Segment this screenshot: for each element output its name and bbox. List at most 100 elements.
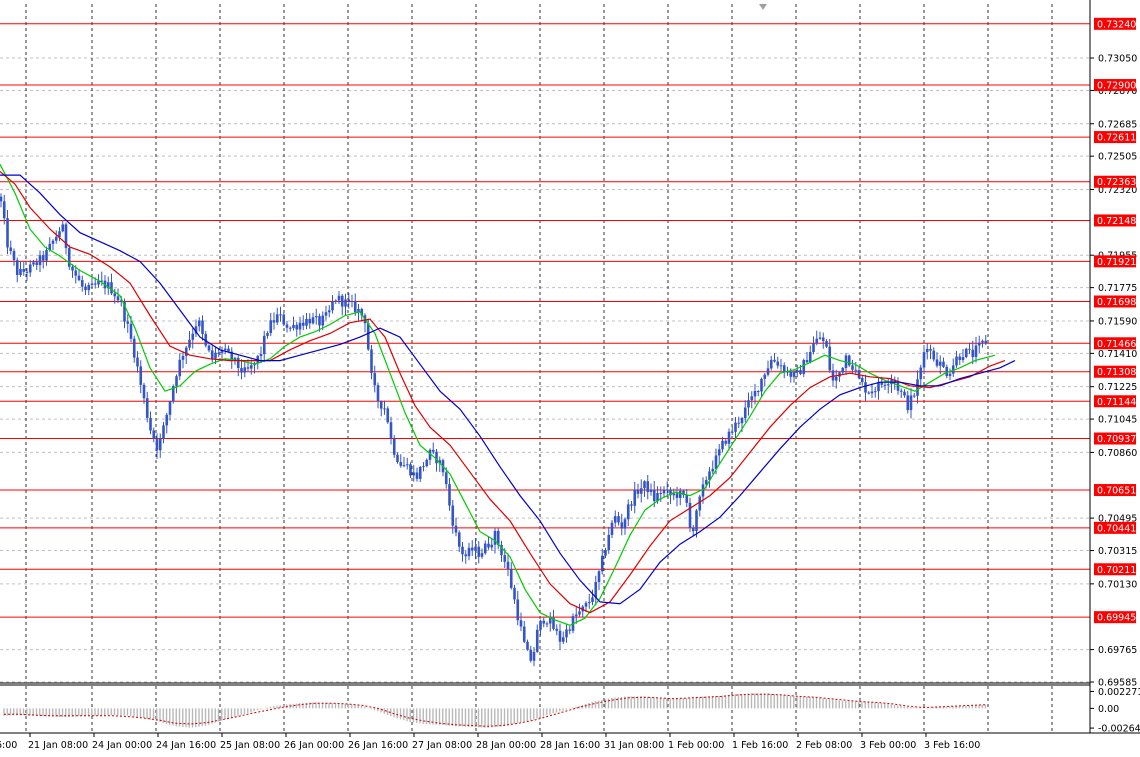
candle-body xyxy=(727,431,731,444)
candle-body xyxy=(399,461,403,466)
candle-body xyxy=(968,348,971,350)
candle-body xyxy=(32,262,35,265)
candle-body xyxy=(662,490,666,494)
candle-body xyxy=(405,464,409,466)
candle-body xyxy=(444,472,448,485)
x-tick-label: 3 Feb 16:00 xyxy=(924,740,980,751)
candle-body xyxy=(227,348,230,352)
candle-body xyxy=(383,408,386,410)
candle-body xyxy=(740,418,744,424)
candle-body xyxy=(366,323,370,350)
candle-body xyxy=(834,376,838,381)
candle-body xyxy=(282,314,286,325)
candle-body xyxy=(555,628,559,631)
candle-body xyxy=(539,620,542,630)
candle-body xyxy=(750,396,754,401)
candle-body xyxy=(971,349,975,358)
candle-body xyxy=(526,641,529,650)
candle-body xyxy=(688,502,692,528)
candle-body xyxy=(760,378,763,392)
candle-body xyxy=(454,525,458,533)
candle-body xyxy=(698,496,702,511)
candle-body xyxy=(607,534,611,551)
candle-body xyxy=(149,417,152,431)
x-tick-label: 26 Jan 16:00 xyxy=(348,740,408,751)
candle-body xyxy=(932,350,936,360)
candle-body xyxy=(279,314,282,316)
y-tick-label: 0.73050 xyxy=(1098,54,1137,65)
x-tick-label: 2 Feb 08:00 xyxy=(796,740,852,751)
level-label: 0.70937 xyxy=(1097,434,1136,445)
price-axis[interactable]: 0.730500.728700.726850.725050.723200.719… xyxy=(1090,17,1137,689)
y-tick-label: 0.72685 xyxy=(1098,119,1137,130)
candle-body xyxy=(217,352,221,354)
candle-body xyxy=(958,356,962,360)
x-tick-label: 26 Jan 00:00 xyxy=(284,740,344,751)
candle-body xyxy=(197,320,201,327)
candle-body xyxy=(412,472,416,476)
candle-body xyxy=(308,318,312,324)
candle-body xyxy=(828,346,832,371)
candle-body xyxy=(370,349,373,374)
candle-body xyxy=(724,440,728,444)
candle-body xyxy=(652,489,656,502)
candle-body xyxy=(883,384,887,386)
candle-body xyxy=(22,268,26,272)
candle-body xyxy=(41,255,45,261)
candle-body xyxy=(565,629,568,638)
candle-body xyxy=(464,554,468,557)
candle-body xyxy=(542,620,546,624)
candle-body xyxy=(15,260,19,275)
candle-body xyxy=(110,282,113,294)
candle-body xyxy=(376,385,380,402)
candle-body xyxy=(477,546,481,557)
x-tick-label: 27 Jan 08:00 xyxy=(412,740,472,751)
candle-body xyxy=(906,395,910,411)
candle-body xyxy=(162,425,165,439)
candle-body xyxy=(509,569,513,588)
candle-body xyxy=(701,484,705,497)
candle-body xyxy=(737,422,741,424)
candle-body xyxy=(854,369,858,371)
candle-body xyxy=(298,322,302,330)
candle-body xyxy=(28,264,32,273)
candle-body xyxy=(665,489,669,491)
candle-body xyxy=(184,347,188,356)
candle-body xyxy=(451,505,455,526)
candle-body xyxy=(396,454,399,462)
candle-body xyxy=(721,440,724,450)
candle-body xyxy=(71,266,74,271)
x-tick-label: 31 Jan 08:00 xyxy=(604,740,664,751)
x-tick-label: 6:00 xyxy=(0,740,17,751)
candle-body xyxy=(805,360,809,363)
candle-body xyxy=(922,352,926,368)
candle-body xyxy=(646,481,650,493)
candle-body xyxy=(435,451,438,464)
candle-body xyxy=(152,430,156,439)
candle-body xyxy=(483,543,487,554)
candle-body xyxy=(223,348,227,351)
candle-body xyxy=(948,373,952,376)
level-label: 0.70211 xyxy=(1097,565,1136,576)
candle-body xyxy=(578,611,581,615)
candle-body xyxy=(392,438,396,455)
y-tick-label: 0.71775 xyxy=(1098,283,1137,294)
candle-body xyxy=(685,494,689,503)
candle-body xyxy=(178,359,182,377)
candle-body xyxy=(795,370,799,372)
price-chart[interactable]: 0.730500.728700.726850.725050.723200.719… xyxy=(0,0,1140,757)
candle-body xyxy=(38,255,42,266)
candle-body xyxy=(675,493,679,498)
candle-body xyxy=(613,516,617,523)
candle-body xyxy=(240,368,243,373)
candle-body xyxy=(77,275,81,281)
candle-body xyxy=(35,262,39,266)
candle-body xyxy=(165,414,169,426)
candle-body xyxy=(145,398,149,418)
x-tick-label: 28 Jan 16:00 xyxy=(540,740,600,751)
candle-body xyxy=(129,323,133,339)
candle-body xyxy=(864,382,867,393)
candle-body xyxy=(344,299,347,307)
candle-body xyxy=(288,327,292,329)
level-label: 0.71466 xyxy=(1097,339,1136,350)
